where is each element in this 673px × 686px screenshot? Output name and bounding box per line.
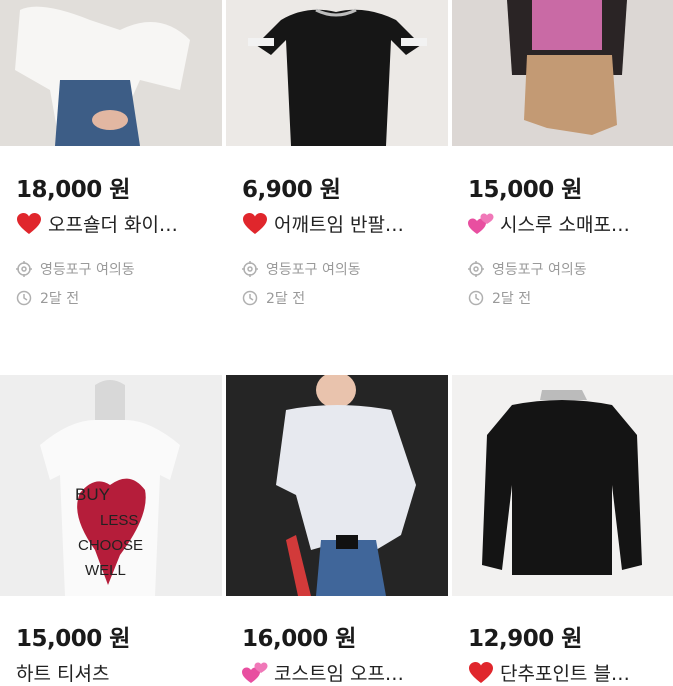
shirt-print-line-2: LESS — [100, 512, 138, 529]
location-text: 영등포구 여의동 — [492, 262, 587, 278]
product-price: 15,000 원 — [16, 626, 130, 652]
product-time: 2달 전 — [468, 288, 531, 308]
product-price: 6,900 원 — [242, 177, 341, 203]
location-text: 영등포구 여의동 — [40, 262, 135, 278]
clock-icon — [16, 290, 32, 306]
shirt-print-line-4: WELL — [85, 562, 126, 579]
time-text: 2달 전 — [492, 291, 532, 307]
product-time: 2달 전 — [16, 288, 79, 308]
product-title: 어깨트임 반팔… — [242, 210, 404, 237]
clock-icon — [242, 290, 258, 306]
product-price: 12,900 원 — [468, 626, 582, 652]
product-location: 영등포구 여의동 — [242, 259, 361, 279]
product-title: 오프숄더 화이… — [16, 210, 178, 237]
clock-icon — [468, 290, 484, 306]
product-title-text: 어깨트임 반팔… — [274, 214, 404, 236]
product-location: 영등포구 여의동 — [16, 259, 135, 279]
product-title-text: 오프숄더 화이… — [48, 214, 178, 236]
product-card[interactable]: 18,000 원 오프숄더 화이… 영등포구 여의동 2달 전 — [0, 0, 222, 350]
product-photo[interactable] — [226, 0, 448, 146]
product-photo[interactable] — [0, 0, 222, 146]
product-price: 15,000 원 — [468, 177, 582, 203]
two-hearts-emoji-icon — [468, 213, 494, 234]
product-card[interactable]: 6,900 원 어깨트임 반팔… 영등포구 여의동 2달 전 — [226, 0, 448, 350]
product-card[interactable]: 16,000 원 코스트임 오프… — [226, 375, 448, 685]
product-title: 시스루 소매포… — [468, 210, 630, 237]
time-text: 2달 전 — [40, 291, 80, 307]
heart-emoji-icon — [243, 212, 267, 234]
product-price: 18,000 원 — [16, 177, 130, 203]
product-grid: 18,000 원 오프숄더 화이… 영등포구 여의동 2달 전 6,900 원 … — [0, 0, 673, 685]
location-crosshair-icon — [468, 261, 484, 277]
location-text: 영등포구 여의동 — [266, 262, 361, 278]
product-price: 16,000 원 — [242, 626, 356, 652]
product-photo[interactable] — [452, 375, 673, 596]
product-title-text: 시스루 소매포… — [500, 214, 630, 236]
time-text: 2달 전 — [266, 291, 306, 307]
heart-emoji-icon — [17, 212, 41, 234]
product-location: 영등포구 여의동 — [468, 259, 587, 279]
product-time: 2달 전 — [242, 288, 305, 308]
product-card[interactable]: 12,900 원 단추포인트 블… — [452, 375, 673, 685]
product-card[interactable]: 15,000 원 시스루 소매포… 영등포구 여의동 2달 전 — [452, 0, 673, 350]
location-crosshair-icon — [242, 261, 258, 277]
product-photo[interactable] — [452, 0, 673, 146]
shirt-print-line-3: CHOOSE — [78, 537, 143, 554]
product-card[interactable]: BUY LESS CHOOSE WELL 15,000 원 하트 티셔츠 — [0, 375, 222, 685]
location-crosshair-icon — [16, 261, 32, 277]
shirt-print-line-1: BUY — [75, 485, 110, 504]
product-photo[interactable]: BUY LESS CHOOSE WELL — [0, 375, 222, 596]
product-photo[interactable] — [226, 375, 448, 596]
